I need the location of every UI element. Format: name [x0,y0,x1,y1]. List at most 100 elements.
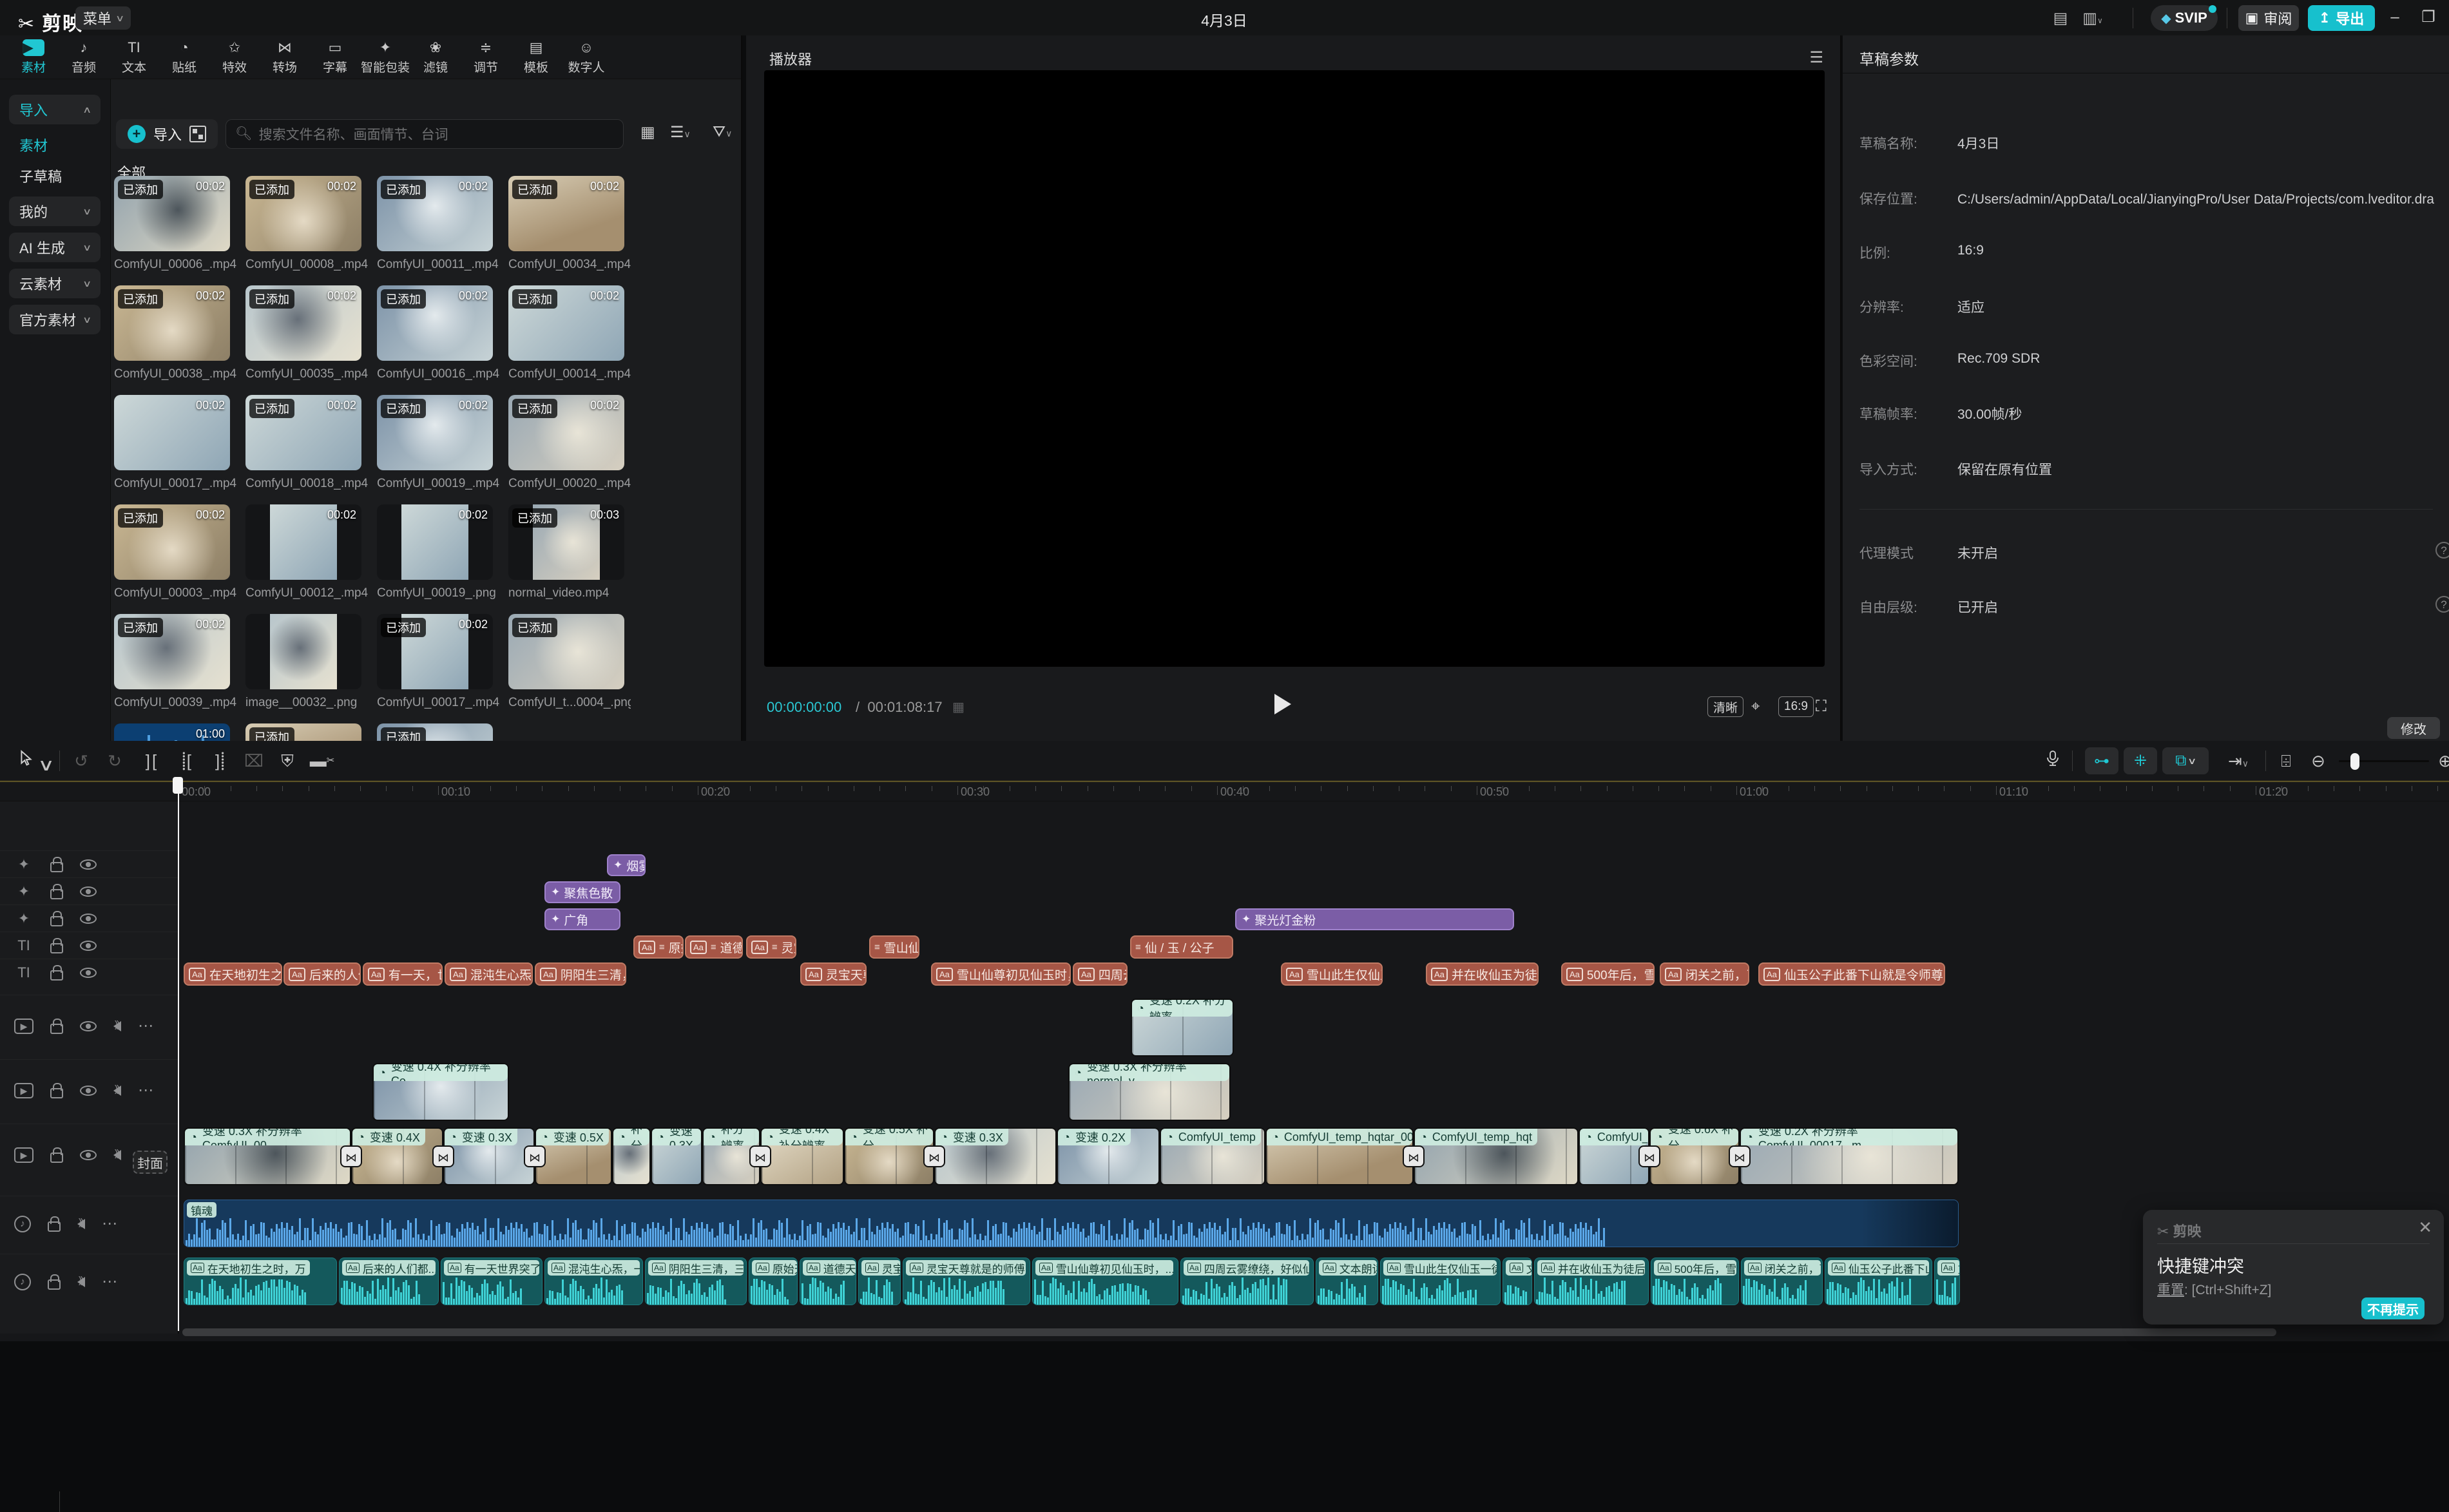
media-item[interactable]: 已添加00:02 [377,395,493,470]
subtitle-clip[interactable]: Aa闭关之前，下发力 [1660,962,1749,986]
audio-clip-tts[interactable]: Aa道德天尊 [800,1258,856,1305]
transition-icon[interactable]: ⋈ [749,1145,771,1167]
audio-clip-tts[interactable]: Aa文本朗读 [1316,1258,1378,1305]
tab-文本[interactable]: TI文本 [110,38,158,77]
close-icon[interactable]: ✕ [2418,1218,2432,1238]
redo-icon[interactable]: ↻ [103,750,126,772]
cover-button[interactable]: 封面 [133,1151,168,1174]
horizontal-scrollbar[interactable] [182,1328,2276,1336]
sidebar-group-我的[interactable]: 我的∨ [9,196,101,226]
review-button[interactable]: ▣审阅 [2238,5,2299,31]
tab-字幕[interactable]: ▭字幕 [311,38,360,77]
import-button[interactable]: + 导入 [116,119,218,149]
lock-icon[interactable] [50,916,63,926]
transition-icon[interactable]: ⋈ [340,1145,362,1167]
subtitle-clip[interactable]: Aa仙玉公子此番下山就是令师尊之命，救助 [1758,962,1945,986]
media-item[interactable]: 已添加00:02 [508,395,624,470]
player-menu-icon[interactable]: ☰ [1809,48,1823,67]
mute-icon[interactable] [113,1086,121,1096]
tab-转场[interactable]: ⋈转场 [260,38,309,77]
transition-icon[interactable]: ⋈ [1729,1145,1751,1167]
ratio-button[interactable]: 16:9 [1778,696,1814,717]
link-toggle[interactable]: ⧉∨ [2162,747,2209,774]
tab-调节[interactable]: ≑调节 [461,38,510,77]
video-clip[interactable]: ◔变速 0.4X 补分辨率 [760,1127,844,1185]
video-clip[interactable]: ◔变速 0.2X 补分辨率 ComfyUI_00017_.m [1740,1127,1959,1185]
mute-icon[interactable] [113,1150,121,1160]
video-clip[interactable]: ◔变速 0.2X 补分辨率 [1131,999,1234,1057]
sidebar-group-官方素材[interactable]: 官方素材∨ [9,305,101,334]
subtitle-clip[interactable]: Aa雪山仙尊初见仙玉时，他浑身 [931,962,1071,986]
subtitle-clip[interactable]: Aa混沌生心炁，一 [445,962,533,986]
track-more-icon[interactable]: ⋯ [102,1272,119,1291]
media-item[interactable]: 已添加00:02 [377,614,493,689]
media-item[interactable]: 已添加00:02 [245,285,361,361]
audio-clip-tts[interactable]: Aa原始天尊 [749,1258,798,1305]
snap-toggle[interactable]: ⊶ [2085,747,2118,774]
transition-icon[interactable]: ⋈ [524,1145,546,1167]
media-item[interactable]: 已添加00:02 [114,504,230,580]
video-clip[interactable]: ◔ComfyUI_temp [1160,1127,1265,1185]
visibility-icon[interactable] [80,941,97,951]
subtitle-clip[interactable]: Aa后来的人们都 [283,962,361,986]
select-tool-icon[interactable] [15,750,37,772]
timeline-zoom-slider-thumb[interactable] [2350,753,2359,770]
media-item[interactable]: 已添加00:02 [245,176,361,251]
subtitle-clip[interactable]: Aa四周云雾 [1073,962,1128,986]
timeline-ruler[interactable]: 00:0000:1000:2000:3000:4000:5001:0001:10… [0,781,2449,801]
delete-icon[interactable]: ⌧ [242,750,265,772]
search-input[interactable]: 🔍︎ 搜索文件名称、画面情节、台词 [226,119,624,149]
media-item[interactable]: 已添加 [377,723,493,741]
mute-icon[interactable] [77,1219,85,1229]
filter-icon[interactable]: ⛛∨ [713,123,732,141]
audio-clip-tts[interactable]: Aa雪山此生仅仙玉一徒， [1380,1258,1501,1305]
fullscreen-icon[interactable]: ⛶ [1816,698,1827,716]
frame-grid-icon[interactable]: ▦ [952,699,965,715]
lock-icon[interactable] [50,1153,63,1163]
audio-clip-tts[interactable]: Aa混沌生心炁，一 [544,1258,643,1305]
visibility-icon[interactable] [80,1086,97,1096]
auto-split-toggle[interactable]: ⁜ [2124,747,2157,774]
audio-clip-tts[interactable]: Aa500年后，雪山仙 [1651,1258,1739,1305]
media-item[interactable]: 已添加00:02 [508,176,624,251]
text-clip[interactable]: Aa≡原始 [633,935,684,959]
video-clip[interactable]: ◔ComfyUI_temp_hqtar_00034_.png [1265,1127,1414,1185]
select-tool-chevron[interactable]: ∨ [37,754,55,776]
audio-clip-tts[interactable]: Aa四周云雾缭绕，好似仙... [1180,1258,1314,1305]
media-item[interactable]: 已添加00:02 [114,285,230,361]
media-item[interactable]: 已添加00:02 [245,395,361,470]
panel-layout-icon[interactable]: ▤ [2048,9,2073,28]
sidebar-group-云素材[interactable]: 云素材∨ [9,269,101,298]
audio-clip-tts[interactable]: Aa在天地初生之时，万 [184,1258,337,1305]
restore-button[interactable]: ❐ [2417,9,2439,27]
sidebar-import[interactable]: 导入∧ [9,95,101,124]
trim-left-icon[interactable]: ⸽[ [173,750,201,772]
visibility-icon[interactable] [80,968,97,978]
video-clip[interactable]: ◔补分 [612,1127,651,1185]
zoom-out-icon[interactable]: ⊖ [2307,750,2330,772]
playhead-line[interactable] [178,777,179,1331]
effect-clip[interactable]: ✦烟雾 [607,854,646,876]
video-clip[interactable]: ◔变速 0.2X [1057,1127,1160,1185]
media-item[interactable]: 已添加 [508,614,624,689]
tab-贴纸[interactable]: ◔贴纸 [160,38,209,77]
visibility-icon[interactable] [80,886,97,897]
tab-智能包装[interactable]: ✦智能包装 [361,38,410,77]
record-mic-icon[interactable] [2041,750,2064,772]
effect-clip[interactable]: ✦聚焦色散 [544,881,620,903]
tab-数字人[interactable]: ☺数字人 [562,38,611,77]
play-button[interactable] [1274,694,1291,714]
video-clip[interactable]: ◔变速 0.4X [351,1127,443,1185]
mute-icon[interactable] [113,1021,121,1031]
visibility-icon[interactable] [80,1150,97,1160]
media-item[interactable]: 已添加00:02 [377,285,493,361]
workspace-layout-icon[interactable]: ▥∨ [2080,9,2106,28]
audio-clip-tts[interactable]: Aa灵宝天 [858,1258,901,1305]
track-more-icon[interactable]: ⋯ [138,1017,155,1035]
media-item[interactable]: 00:02 [245,504,361,580]
lock-icon[interactable] [50,970,63,981]
sidebar-item-素材[interactable]: 素材 [9,131,101,159]
video-clip[interactable]: ◔ComfyUI_temp_hqt [1414,1127,1579,1185]
qr-code-icon[interactable] [189,126,206,142]
export-button[interactable]: ↥导出 [2308,5,2375,31]
